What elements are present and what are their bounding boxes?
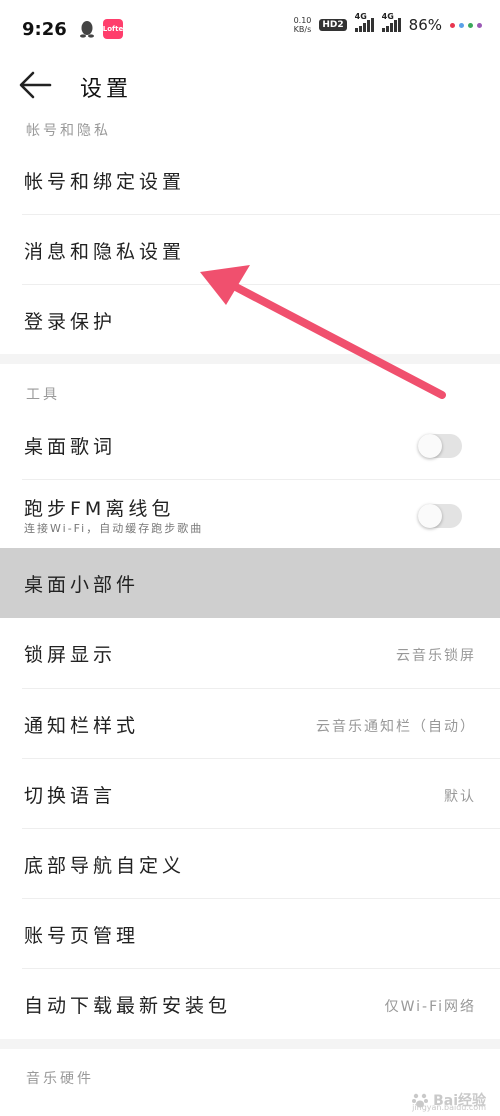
row-running-fm[interactable]: 跑步FM离线包 连接Wi-Fi，自动缓存跑步歌曲 <box>0 480 500 548</box>
toolbar: 设置 <box>0 62 500 110</box>
row-label: 自动下载最新安装包 <box>24 995 232 1017</box>
page-title: 设置 <box>80 77 133 102</box>
row-login-protect[interactable]: 登录保护 <box>0 285 500 355</box>
row-desktop-lyrics[interactable]: 桌面歌词 <box>0 410 500 480</box>
row-bottom-nav[interactable]: 底部导航自定义 <box>0 829 500 899</box>
row-label: 通知栏样式 <box>24 715 140 737</box>
section-gap <box>0 1039 500 1049</box>
watermark-url: jingyan.baidu.com <box>412 1103 486 1112</box>
row-value: 默认 <box>444 789 476 805</box>
row-label: 登录保护 <box>24 311 117 333</box>
baidu-watermark: Bai经验 jingyan.baidu.com <box>411 1090 486 1112</box>
row-lockscreen[interactable]: 锁屏显示 云音乐锁屏 <box>0 618 500 688</box>
battery-level: 86% <box>408 16 442 34</box>
row-value: 云音乐锁屏 <box>396 648 476 664</box>
net-speed-value: 0.10 <box>293 16 312 25</box>
net-speed-unit: KB/s <box>293 25 312 34</box>
toggle-knob <box>418 434 442 458</box>
status-bar: 9:26 Lofter 0.10 KB/s HD2 4G 4G 86% <box>0 0 500 58</box>
row-account-page[interactable]: 账号页管理 <box>0 899 500 969</box>
toggle-knob <box>418 504 442 528</box>
notification-dots-icon <box>450 22 482 28</box>
row-label: 桌面小部件 <box>24 574 140 596</box>
qq-penguin-icon <box>79 21 94 38</box>
hd-label: HD <box>322 20 338 30</box>
app-notification-icon: Lofter <box>102 19 127 39</box>
row-label: 桌面歌词 <box>24 436 117 458</box>
section-header-music-hardware: 音乐硬件 <box>26 1071 94 1087</box>
row-label: 跑步FM离线包 <box>24 498 175 520</box>
signal1-label: 4G <box>354 12 367 21</box>
signal-icon-2: 4G <box>381 12 401 32</box>
row-sublabel: 连接Wi-Fi，自动缓存跑步歌曲 <box>24 522 204 535</box>
section-gap <box>0 354 500 364</box>
status-indicators: 0.10 KB/s HD2 4G 4G 86% <box>294 12 482 34</box>
hd-number: 2 <box>337 20 344 30</box>
arrow-left-icon <box>19 71 52 99</box>
section-header-account: 帐号和隐私 <box>26 123 111 139</box>
signal2-label: 4G <box>381 12 394 21</box>
row-label: 切换语言 <box>24 785 117 807</box>
signal-icon-1: 4G <box>354 12 374 32</box>
row-desktop-widget[interactable]: 桌面小部件 <box>0 548 500 618</box>
row-auto-download[interactable]: 自动下载最新安装包 仅Wi-Fi网络 <box>0 969 500 1039</box>
running-fm-toggle[interactable] <box>418 504 462 528</box>
row-label: 底部导航自定义 <box>24 855 186 877</box>
row-value: 云音乐通知栏（自动） <box>316 719 476 735</box>
row-language[interactable]: 切换语言 默认 <box>0 759 500 829</box>
back-button[interactable] <box>18 70 58 102</box>
status-time: 9:26 <box>22 18 67 40</box>
row-label: 锁屏显示 <box>24 644 117 666</box>
row-label: 消息和隐私设置 <box>24 241 186 263</box>
row-message-privacy[interactable]: 消息和隐私设置 <box>0 215 500 285</box>
hd-icon: HD2 <box>319 19 347 31</box>
row-value: 仅Wi-Fi网络 <box>384 999 476 1015</box>
row-label: 账号页管理 <box>24 925 140 947</box>
row-notification-style[interactable]: 通知栏样式 云音乐通知栏（自动） <box>0 689 500 759</box>
section-header-tools: 工具 <box>26 387 60 403</box>
row-account-binding[interactable]: 帐号和绑定设置 <box>0 145 500 215</box>
row-label: 帐号和绑定设置 <box>24 171 186 193</box>
net-speed: 0.10 KB/s <box>294 16 312 34</box>
desktop-lyrics-toggle[interactable] <box>418 434 462 458</box>
